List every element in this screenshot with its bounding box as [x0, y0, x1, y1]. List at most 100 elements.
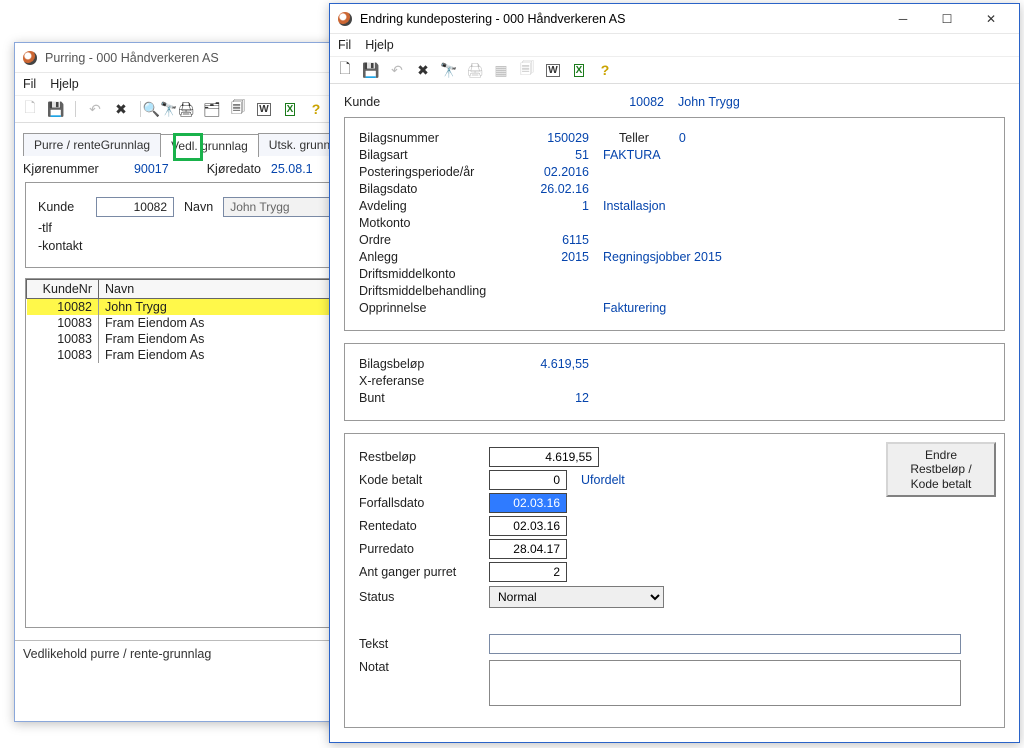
purring-title: Purring - 000 Håndverkeren AS	[45, 51, 219, 65]
ordre-value: 6115	[519, 233, 589, 247]
navn-input	[223, 197, 343, 217]
notat-input[interactable]	[489, 660, 961, 706]
tab-vedl-grunnlag[interactable]: Vedl. grunnlag	[160, 134, 259, 157]
anlegg-value: 2015	[519, 250, 589, 264]
minimize-button[interactable]: ─	[881, 5, 925, 33]
delete-icon[interactable]	[112, 100, 130, 118]
excel-icon[interactable]	[570, 61, 588, 79]
kp-title: Endring kundepostering - 000 Håndverkere…	[360, 12, 625, 26]
kunde-label: Kunde	[344, 95, 504, 109]
antpurret-input[interactable]	[489, 562, 567, 582]
word-icon[interactable]	[255, 100, 273, 118]
bunt-label: Bunt	[359, 391, 519, 405]
kodebetalt-text: Ufordelt	[581, 473, 625, 487]
run-date-value: 25.08.1	[271, 162, 313, 176]
excel-icon[interactable]	[281, 100, 299, 118]
new-icon[interactable]	[336, 61, 354, 79]
kundepostering-window: Endring kundepostering - 000 Håndverkere…	[329, 3, 1020, 743]
binoculars-icon[interactable]: 🔭	[151, 100, 169, 118]
opprinnelse-label: Opprinnelse	[359, 301, 519, 315]
menu-fil[interactable]: Fil	[23, 77, 36, 91]
app-icon	[338, 12, 352, 26]
new-icon[interactable]	[21, 100, 39, 118]
maximize-button[interactable]: ☐	[925, 5, 969, 33]
restbelop-input[interactable]	[489, 447, 599, 467]
menu-hjelp[interactable]: Hjelp	[365, 38, 394, 52]
col-kundenr[interactable]: KundeNr	[27, 280, 99, 299]
app-icon	[23, 51, 37, 65]
ordre-label: Ordre	[359, 233, 519, 247]
anlegg-label: Anlegg	[359, 250, 519, 264]
bilagsnummer-value: 150029	[519, 131, 589, 145]
kunde-name: John Trygg	[678, 95, 740, 109]
bilagsart-value: 51	[519, 148, 589, 162]
driftsbeh-label: Driftsmiddelbehandling	[359, 284, 519, 298]
word-icon[interactable]	[544, 61, 562, 79]
forfall-input[interactable]	[489, 493, 567, 513]
save-icon[interactable]	[362, 61, 380, 79]
tab-purre-grunnlag[interactable]: Purre / renteGrunnlag	[23, 133, 161, 156]
kontakt-label: -kontakt	[38, 239, 82, 253]
kp-body: Kunde 10082 John Trygg Bilagsnummer 1500…	[330, 84, 1019, 748]
teller-label: Teller	[619, 131, 649, 145]
navn-label: Navn	[184, 200, 213, 214]
calendar-icon[interactable]: ▦	[492, 61, 510, 79]
print-icon[interactable]	[466, 61, 484, 79]
kodebetalt-input[interactable]	[489, 470, 567, 490]
delete-icon[interactable]	[414, 61, 432, 79]
anlegg-text: Regningsjobber 2015	[603, 250, 722, 264]
bilagsart-text: FAKTURA	[603, 148, 661, 162]
driftskonto-label: Driftsmiddelkonto	[359, 267, 519, 281]
bilag-group: Bilagsnummer 150029 Teller 0 Bilagsart 5…	[344, 117, 1005, 331]
menu-hjelp[interactable]: Hjelp	[50, 77, 79, 91]
bilagsdato-label: Bilagsdato	[359, 182, 519, 196]
endre-restbelop-button[interactable]: Endre Restbeløp / Kode betalt	[886, 442, 996, 497]
kp-toolbar: 🔭 ▦	[330, 56, 1019, 84]
bilagsart-label: Bilagsart	[359, 148, 519, 162]
forfall-label: Forfallsdato	[359, 496, 489, 510]
rentedato-label: Rentedato	[359, 519, 489, 533]
kunde-no: 10082	[504, 95, 664, 109]
run-no-value: 90017	[109, 162, 169, 176]
toolbar-divider	[140, 101, 141, 117]
binoculars-icon[interactable]: 🔭	[440, 61, 458, 79]
menu-fil[interactable]: Fil	[338, 38, 351, 52]
copy-icon[interactable]	[229, 100, 247, 118]
run-no-label: Kjørenummer	[23, 162, 99, 176]
kodebetalt-label: Kode betalt	[359, 473, 489, 487]
tlf-label: -tlf	[38, 221, 52, 235]
status-select[interactable]: Normal	[489, 586, 664, 608]
amount-group: Bilagsbeløp 4.619,55 X-referanse Bunt 12	[344, 343, 1005, 421]
kp-titlebar: Endring kundepostering - 000 Håndverkere…	[330, 4, 1019, 34]
kunde-input[interactable]	[96, 197, 174, 217]
save-icon[interactable]	[47, 100, 65, 118]
purredato-label: Purredato	[359, 542, 489, 556]
bilagsbelop-value: 4.619,55	[519, 357, 589, 371]
print-icon[interactable]	[177, 100, 195, 118]
undo-icon[interactable]	[388, 61, 406, 79]
periode-label: Posteringsperiode/år	[359, 165, 519, 179]
motkonto-label: Motkonto	[359, 216, 519, 230]
bilagsbelop-label: Bilagsbeløp	[359, 357, 519, 371]
notat-label: Notat	[359, 660, 489, 674]
opprinnelse-text: Fakturering	[603, 301, 666, 315]
card-icon[interactable]	[203, 100, 221, 118]
copy-icon[interactable]	[518, 61, 536, 79]
periode-value: 02.2016	[519, 165, 589, 179]
avdeling-label: Avdeling	[359, 199, 519, 213]
avdeling-text: Installasjon	[603, 199, 666, 213]
tekst-input[interactable]	[489, 634, 961, 654]
help-icon[interactable]	[596, 61, 614, 79]
undo-icon[interactable]	[86, 100, 104, 118]
purredato-input[interactable]	[489, 539, 567, 559]
run-date-label: Kjøredato	[207, 162, 261, 176]
bilagsdato-value: 26.02.16	[519, 182, 589, 196]
rentedato-input[interactable]	[489, 516, 567, 536]
avdeling-value: 1	[519, 199, 589, 213]
kunde-label: Kunde	[38, 200, 86, 214]
close-button[interactable]: ✕	[969, 5, 1013, 33]
status-label: Status	[359, 590, 489, 604]
kp-menubar: Fil Hjelp	[330, 34, 1019, 56]
help-icon[interactable]	[307, 100, 325, 118]
restbelop-label: Restbeløp	[359, 450, 489, 464]
